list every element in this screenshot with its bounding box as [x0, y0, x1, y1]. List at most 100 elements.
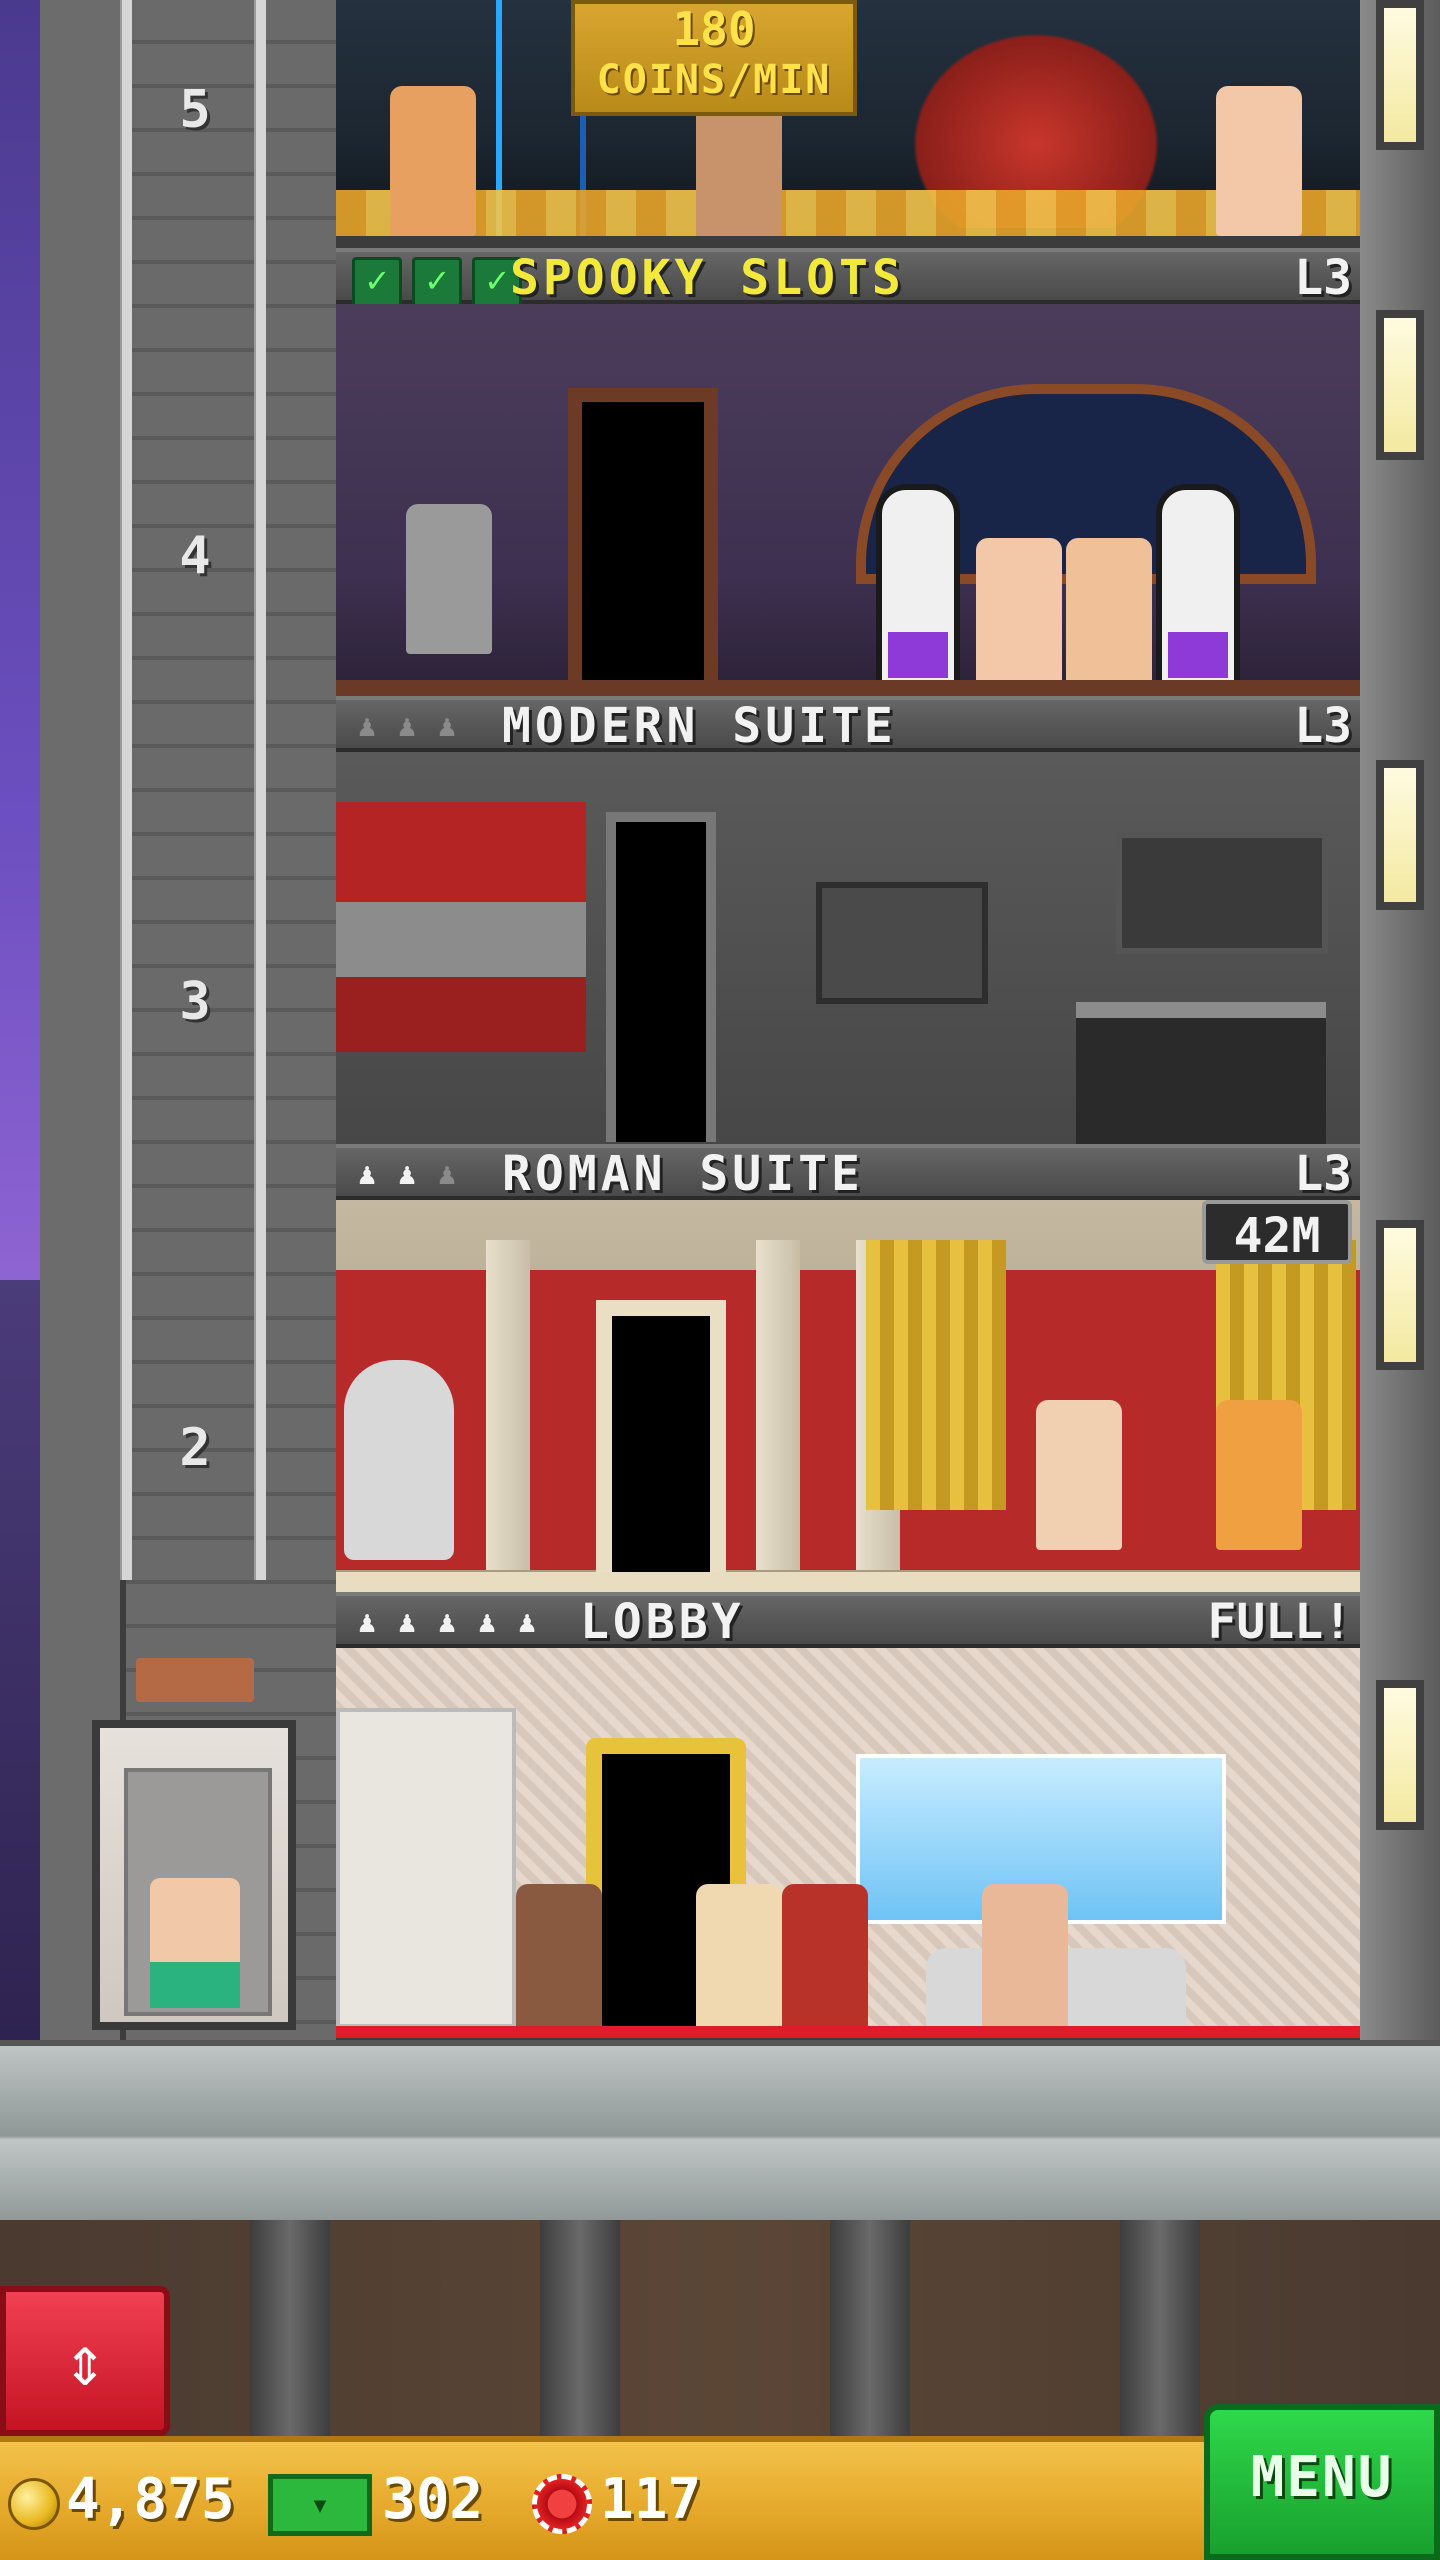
bitizen[interactable] [982, 1884, 1068, 2034]
curtain [866, 1240, 1006, 1510]
occupancy-pips: ♟ ♟ ♟ [352, 710, 462, 744]
floor-modern-suite[interactable]: ♟ ♟ ♟ MODERN SUITE L3 [336, 696, 1360, 1158]
zombie-bitizen[interactable] [406, 504, 492, 654]
room-floor [336, 680, 1360, 696]
floor-top[interactable]: 180 COINS/MIN [336, 0, 1360, 240]
column [756, 1240, 800, 1570]
elevator-rider-bitizen[interactable] [150, 1878, 240, 2008]
elevator-cable-right [254, 0, 266, 1580]
room-roman-suite[interactable]: 42M [336, 1200, 1360, 1592]
stock-timer-badge[interactable]: 42M [1202, 1200, 1352, 1264]
floor-door [568, 388, 718, 688]
elevator-updown-icon: ⇕ [63, 2320, 107, 2402]
support-pillar [540, 2220, 620, 2440]
bitizen[interactable] [516, 1884, 602, 2034]
coins-per-min-value: 180 [672, 2, 756, 56]
floor-lobby[interactable]: ♟ ♟ ♟ ♟ ♟ LOBBY FULL! [336, 1592, 1360, 2040]
bitizen[interactable] [976, 538, 1062, 688]
slot-machine [1156, 484, 1240, 694]
tower-bux-count: 302 [382, 2467, 484, 2532]
lobby-cabinet [336, 1708, 516, 2028]
wall-art [816, 882, 988, 1004]
bitizen[interactable] [390, 86, 476, 236]
bookshelf [1116, 832, 1328, 954]
person-icon: ♟ [437, 1605, 457, 1640]
bitizen[interactable] [1216, 1400, 1302, 1550]
shaft-floor-number-3: 3 [179, 972, 211, 1032]
person-icon: ♟ [437, 1157, 457, 1192]
floor-header-roman-suite[interactable]: ♟ ♟ ♟ ROMAN SUITE L3 [336, 1144, 1360, 1200]
room-floor [336, 1572, 1360, 1592]
elevator-car[interactable] [92, 1720, 296, 2030]
person-icon: ♟ [357, 1157, 377, 1192]
room-lobby[interactable] [336, 1648, 1360, 2038]
floor-name: SPOOKY SLOTS [510, 250, 905, 306]
floor-door [596, 1300, 726, 1580]
floor-spooky-slots[interactable]: ✓ ✓ ✓ SPOOKY SLOTS L3 [336, 248, 1360, 696]
bitizen[interactable] [696, 1884, 782, 2034]
coins-per-min-unit: COINS/MIN [596, 57, 832, 103]
lobby-carpet [336, 2026, 1360, 2038]
floor-roman-suite[interactable]: ♟ ♟ ♟ ROMAN SUITE L3 42M [336, 1144, 1360, 1592]
person-icon: ♟ [397, 1605, 417, 1640]
coin-icon [8, 2478, 60, 2530]
wall-panel [336, 802, 586, 1052]
menu-button[interactable]: MENU [1204, 2404, 1440, 2560]
stock-checks: ✓ ✓ ✓ [352, 257, 522, 307]
shaft-floor-number-4: 4 [179, 526, 211, 586]
tower-window [1376, 1220, 1424, 1370]
chip-icon [532, 2474, 592, 2534]
tower-window [1376, 310, 1424, 460]
tower-window [1376, 1680, 1424, 1830]
elevator-counterweight [136, 1658, 254, 1702]
person-icon: ♟ [357, 1605, 377, 1640]
person-icon: ♟ [517, 1605, 537, 1640]
bux-icon: ▾ [268, 2474, 372, 2536]
bed [1076, 1002, 1326, 1158]
person-icon: ♟ [357, 709, 377, 744]
city-skyline [0, 1280, 40, 2040]
floor-header-modern-suite[interactable]: ♟ ♟ ♟ MODERN SUITE L3 [336, 696, 1360, 752]
support-pillar [830, 2220, 910, 2440]
elevator-updown-button[interactable]: ⇕ [0, 2286, 170, 2436]
slot-machine [876, 484, 960, 694]
floor-header-spooky-slots[interactable]: ✓ ✓ ✓ SPOOKY SLOTS L3 [336, 248, 1360, 307]
gold-pile [336, 190, 1360, 236]
floor-name: LOBBY [580, 1594, 745, 1650]
person-icon: ♟ [477, 1605, 497, 1640]
casino-chips-count: 117 [600, 2467, 702, 2532]
floor-level: L3 [1294, 250, 1352, 306]
lobby-status: FULL! [1207, 1594, 1353, 1650]
support-pillar [250, 2220, 330, 2440]
bitizen[interactable] [1036, 1400, 1122, 1550]
check-icon: ✓ [352, 257, 402, 307]
shaft-floor-number-2: 2 [179, 1418, 211, 1478]
tower-foundation [0, 2040, 1440, 2226]
bitizen[interactable] [1066, 538, 1152, 688]
floor-door [606, 812, 716, 1142]
top-floor-room[interactable]: 180 COINS/MIN [336, 0, 1360, 236]
room-spooky-slots[interactable] [336, 304, 1360, 696]
support-pillar [1120, 2220, 1200, 2440]
coins-per-min-badge[interactable]: 180 COINS/MIN [571, 0, 857, 116]
person-icon: ♟ [397, 709, 417, 744]
floor-level: L3 [1294, 698, 1352, 754]
check-icon: ✓ [412, 257, 462, 307]
person-icon: ♟ [397, 1157, 417, 1192]
floor-name: MODERN SUITE [502, 698, 897, 754]
person-icon: ♟ [437, 709, 457, 744]
floor-header-lobby[interactable]: ♟ ♟ ♟ ♟ ♟ LOBBY FULL! [336, 1592, 1360, 1648]
room-modern-suite[interactable] [336, 752, 1360, 1158]
tower-window [1376, 760, 1424, 910]
floor-name: ROMAN SUITE [502, 1146, 864, 1202]
bitizen[interactable] [1216, 86, 1302, 236]
column [486, 1240, 530, 1570]
occupancy-pips: ♟ ♟ ♟ ♟ ♟ [352, 1606, 542, 1640]
elevator-cable-left [120, 0, 132, 1580]
bellhop-bitizen[interactable] [782, 1884, 868, 2034]
shaft-floor-number-5: 5 [179, 80, 211, 140]
tower-window [1376, 0, 1424, 150]
statue [344, 1360, 454, 1560]
occupancy-pips: ♟ ♟ ♟ [352, 1158, 462, 1192]
coins-count: 4,875 [66, 2467, 235, 2532]
